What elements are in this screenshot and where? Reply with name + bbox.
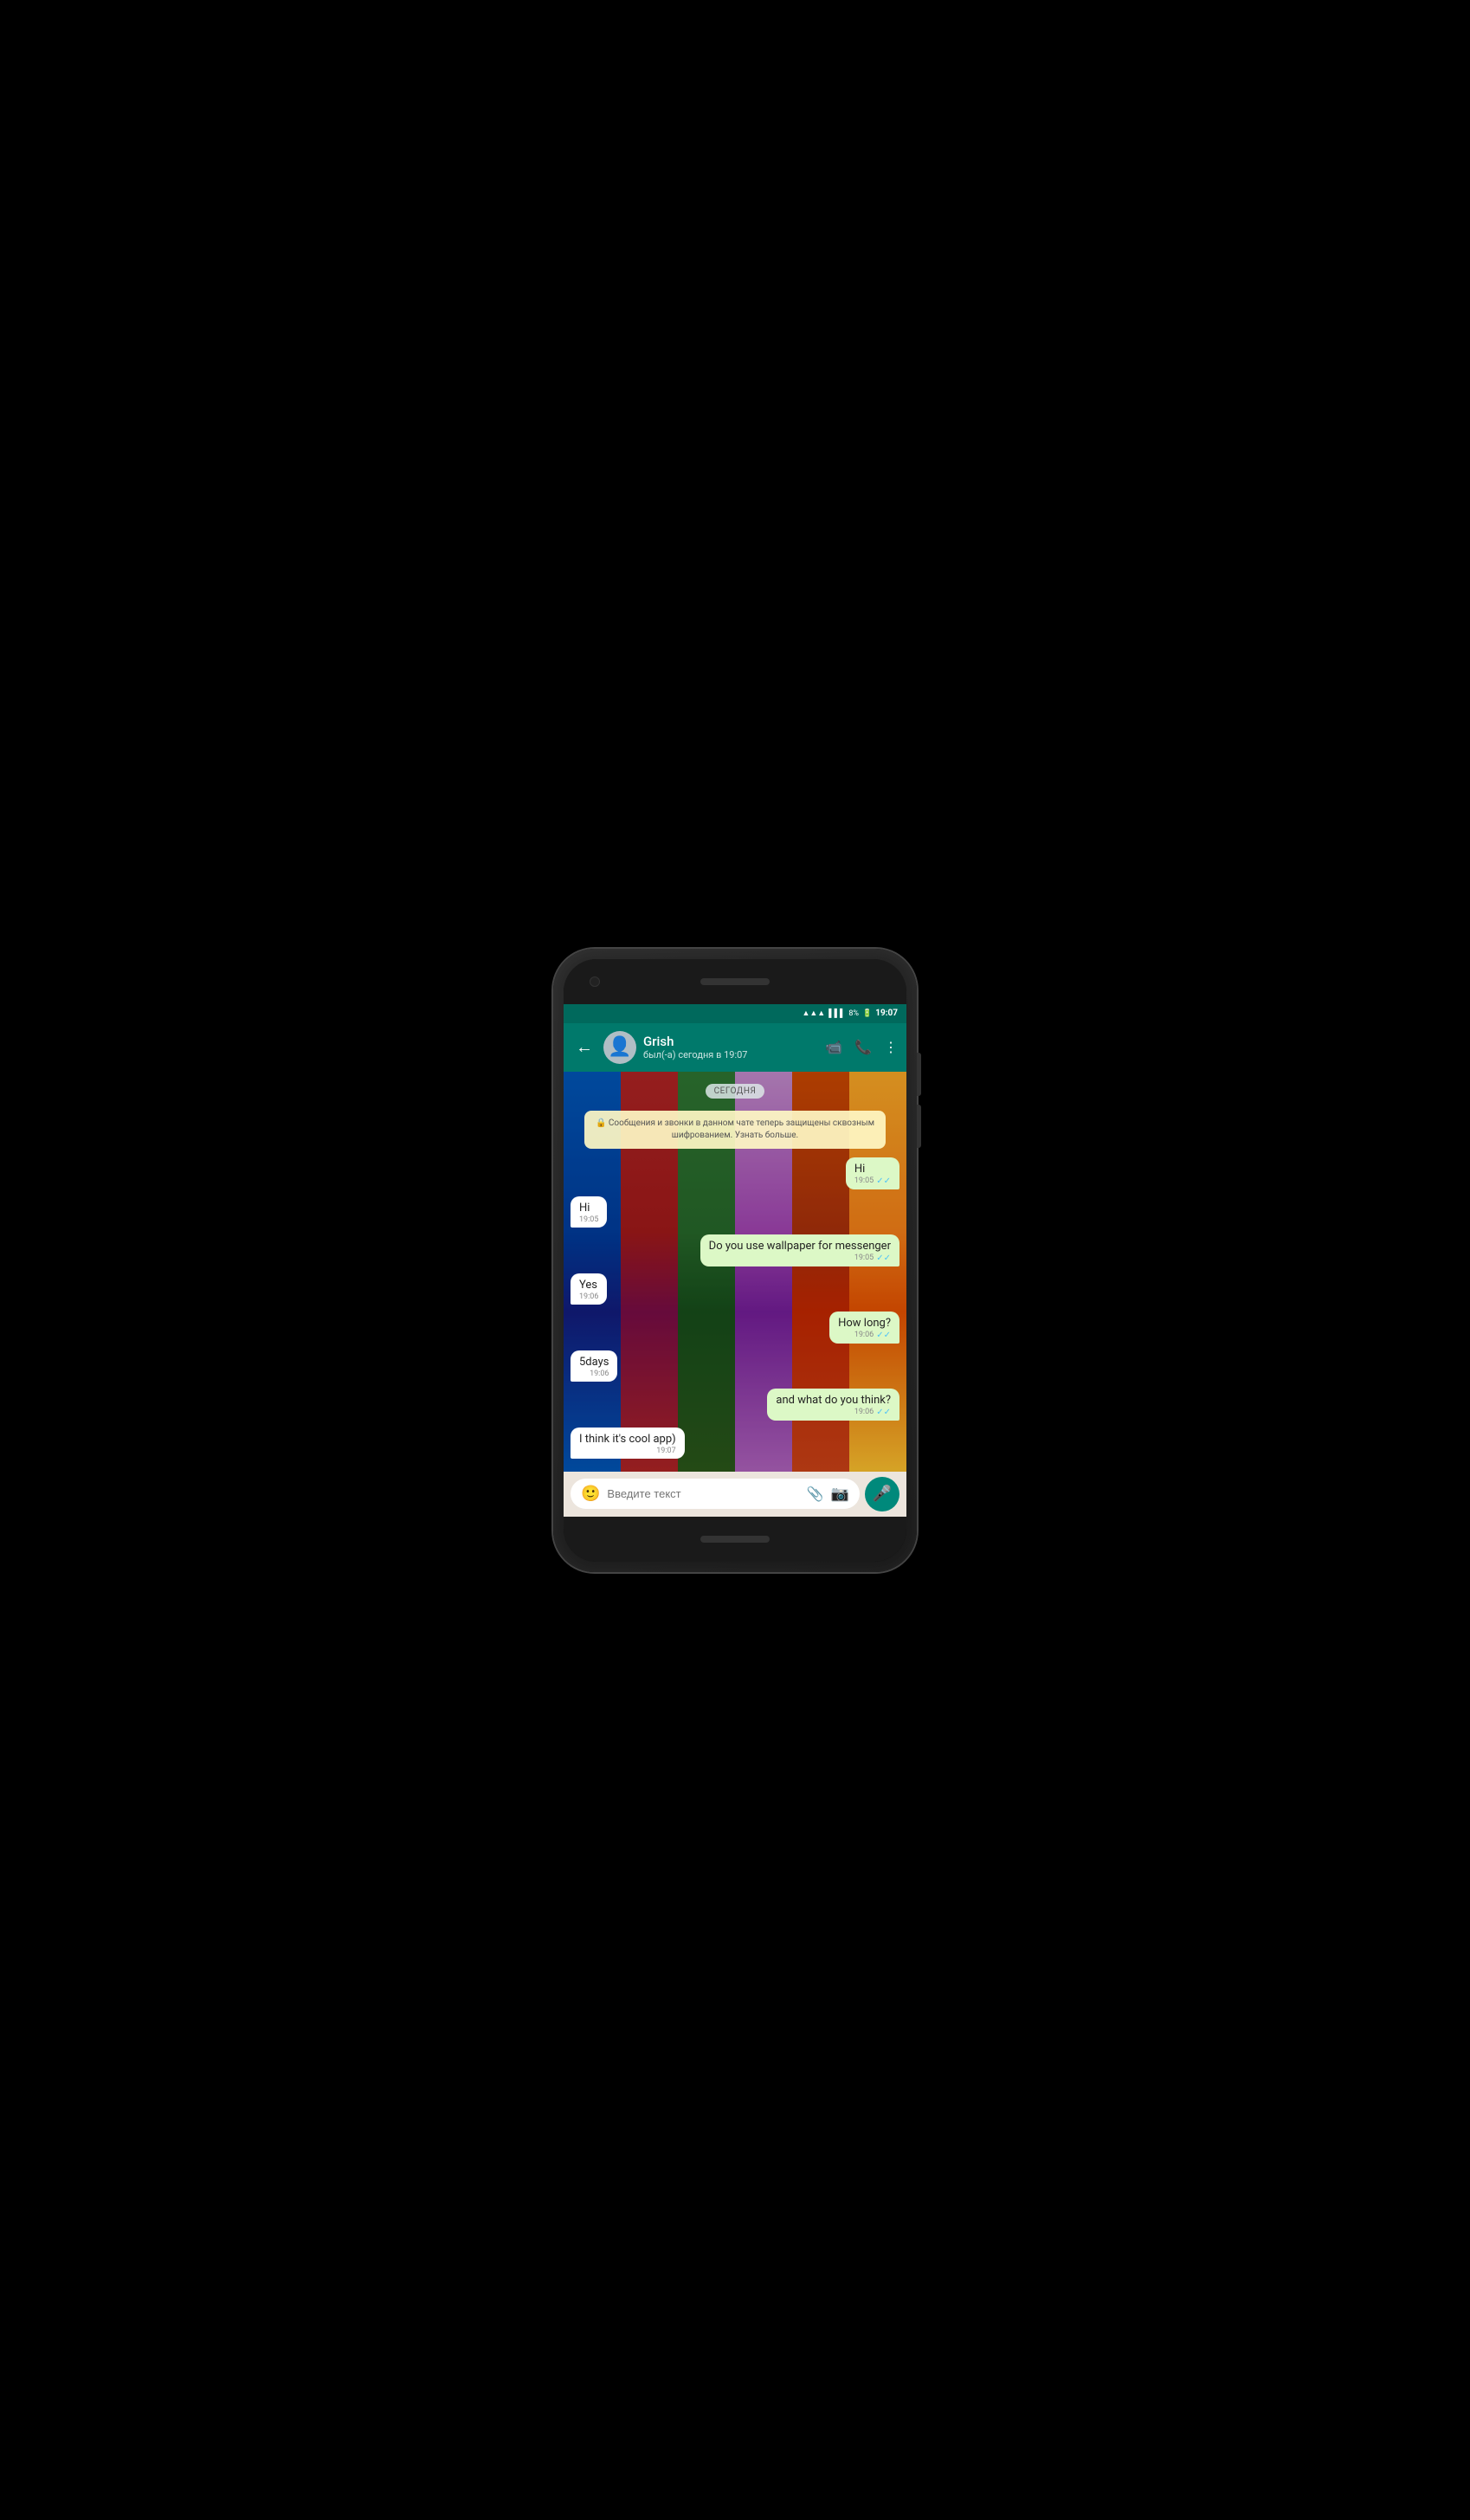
chat-content: СЕГОДНЯ 🔒 Сообщения и звонки в данном ча… (564, 1072, 906, 1467)
message-time: 19:05 (579, 1215, 598, 1224)
message-time: 19:05 (854, 1254, 874, 1262)
message-time: 19:05 (854, 1176, 874, 1185)
message-input[interactable] (607, 1487, 799, 1500)
message-bubble: I think it's cool app) 19:07 (571, 1428, 685, 1459)
message-meta: 19:06 (579, 1292, 598, 1301)
contact-status: был(-а) сегодня в 19:07 (643, 1049, 818, 1060)
status-icons: ▲▲▲ ▌▌▌ 8% 🔋 19:07 (802, 1009, 898, 1018)
message-time: 19:07 (656, 1447, 675, 1455)
front-camera (590, 976, 600, 987)
more-options-icon[interactable]: ⋮ (884, 1039, 898, 1055)
avatar[interactable]: 👤 (603, 1031, 636, 1064)
message-row: I think it's cool app) 19:07 (571, 1428, 899, 1459)
speaker-grille (700, 978, 770, 985)
message-row: Yes 19:06 (571, 1273, 899, 1305)
message-time: 19:06 (854, 1331, 874, 1339)
bottom-speaker-grille (700, 1536, 770, 1543)
header-actions: 📹 📞 ⋮ (825, 1039, 898, 1055)
message-bubble: 5days 19:06 (571, 1350, 617, 1382)
chat-area: СЕГОДНЯ 🔒 Сообщения и звонки в данном ча… (564, 1072, 906, 1472)
video-call-icon[interactable]: 📹 (825, 1039, 842, 1055)
mic-button[interactable]: 🎤 (865, 1477, 899, 1511)
camera-button[interactable]: 📷 (831, 1486, 849, 1503)
date-badge: СЕГОДНЯ (706, 1084, 765, 1099)
status-time: 19:07 (875, 1009, 898, 1018)
message-bubble: Hi 19:05 (571, 1196, 607, 1228)
message-meta: 19:06 (579, 1370, 609, 1378)
input-area: 🙂 📎 📷 🎤 (564, 1472, 906, 1517)
message-row: 5days 19:06 (571, 1350, 899, 1382)
top-bezel (564, 959, 906, 1004)
read-receipt-icon: ✓✓ (876, 1176, 891, 1186)
back-button[interactable]: ← (572, 1033, 596, 1061)
signal-icon: ▌▌▌ (828, 1009, 845, 1018)
message-time: 19:06 (854, 1408, 874, 1416)
message-bubble: Hi 19:05 ✓✓ (846, 1157, 899, 1189)
bottom-bezel (564, 1517, 906, 1562)
message-meta: 19:05 ✓✓ (854, 1176, 891, 1186)
screen: ▲▲▲ ▌▌▌ 8% 🔋 19:07 ← 👤 Grish был(-а) сег… (564, 1004, 906, 1517)
voice-call-icon[interactable]: 📞 (854, 1039, 872, 1055)
read-receipt-icon: ✓✓ (876, 1254, 891, 1263)
read-receipt-icon: ✓✓ (876, 1331, 891, 1340)
message-meta: 19:05 ✓✓ (709, 1254, 891, 1263)
status-bar: ▲▲▲ ▌▌▌ 8% 🔋 19:07 (564, 1004, 906, 1023)
message-bubble: and what do you think? 19:06 ✓✓ (767, 1389, 899, 1421)
message-meta: 19:06 ✓✓ (838, 1331, 891, 1340)
message-text: How long? (838, 1317, 891, 1330)
message-row: Hi 19:05 (571, 1196, 899, 1228)
message-bubble: Do you use wallpaper for messenger 19:05… (700, 1234, 899, 1266)
emoji-button[interactable]: 🙂 (581, 1485, 600, 1503)
contact-name: Grish (643, 1034, 818, 1049)
message-time: 19:06 (579, 1292, 598, 1301)
message-meta: 19:05 (579, 1215, 598, 1224)
message-text: Do you use wallpaper for messenger (709, 1240, 891, 1253)
chat-header: ← 👤 Grish был(-а) сегодня в 19:07 📹 📞 ⋮ (564, 1023, 906, 1072)
message-bubble: How long? 19:06 ✓✓ (829, 1312, 899, 1344)
message-input-box: 🙂 📎 📷 (571, 1479, 860, 1509)
message-text: and what do you think? (776, 1394, 891, 1407)
message-text: Hi (579, 1202, 590, 1215)
phone-screen: ▲▲▲ ▌▌▌ 8% 🔋 19:07 ← 👤 Grish был(-а) сег… (564, 959, 906, 1562)
attach-button[interactable]: 📎 (807, 1486, 824, 1502)
message-text: Hi (854, 1163, 865, 1176)
message-row: How long? 19:06 ✓✓ (571, 1312, 899, 1344)
message-text: 5days (579, 1356, 609, 1369)
read-receipt-icon: ✓✓ (876, 1408, 891, 1417)
avatar-icon: 👤 (608, 1036, 631, 1058)
wifi-icon: ▲▲▲ (802, 1009, 825, 1018)
message-time: 19:06 (590, 1370, 609, 1378)
message-row: Hi 19:05 ✓✓ (571, 1157, 899, 1189)
message-meta: 19:06 ✓✓ (776, 1408, 891, 1417)
battery-text: 8% (848, 1009, 859, 1018)
message-row: and what do you think? 19:06 ✓✓ (571, 1389, 899, 1421)
message-bubble: Yes 19:06 (571, 1273, 607, 1305)
message-text: Yes (579, 1279, 597, 1292)
battery-icon: 🔋 (862, 1009, 872, 1018)
phone-device: ▲▲▲ ▌▌▌ 8% 🔋 19:07 ← 👤 Grish был(-а) сег… (553, 949, 917, 1572)
mic-icon: 🎤 (873, 1485, 892, 1503)
contact-info: Grish был(-а) сегодня в 19:07 (643, 1034, 818, 1060)
system-message: 🔒 Сообщения и звонки в данном чате тепер… (584, 1111, 886, 1149)
message-row: Do you use wallpaper for messenger 19:05… (571, 1234, 899, 1266)
message-meta: 19:07 (579, 1447, 676, 1455)
message-text: I think it's cool app) (579, 1433, 676, 1446)
